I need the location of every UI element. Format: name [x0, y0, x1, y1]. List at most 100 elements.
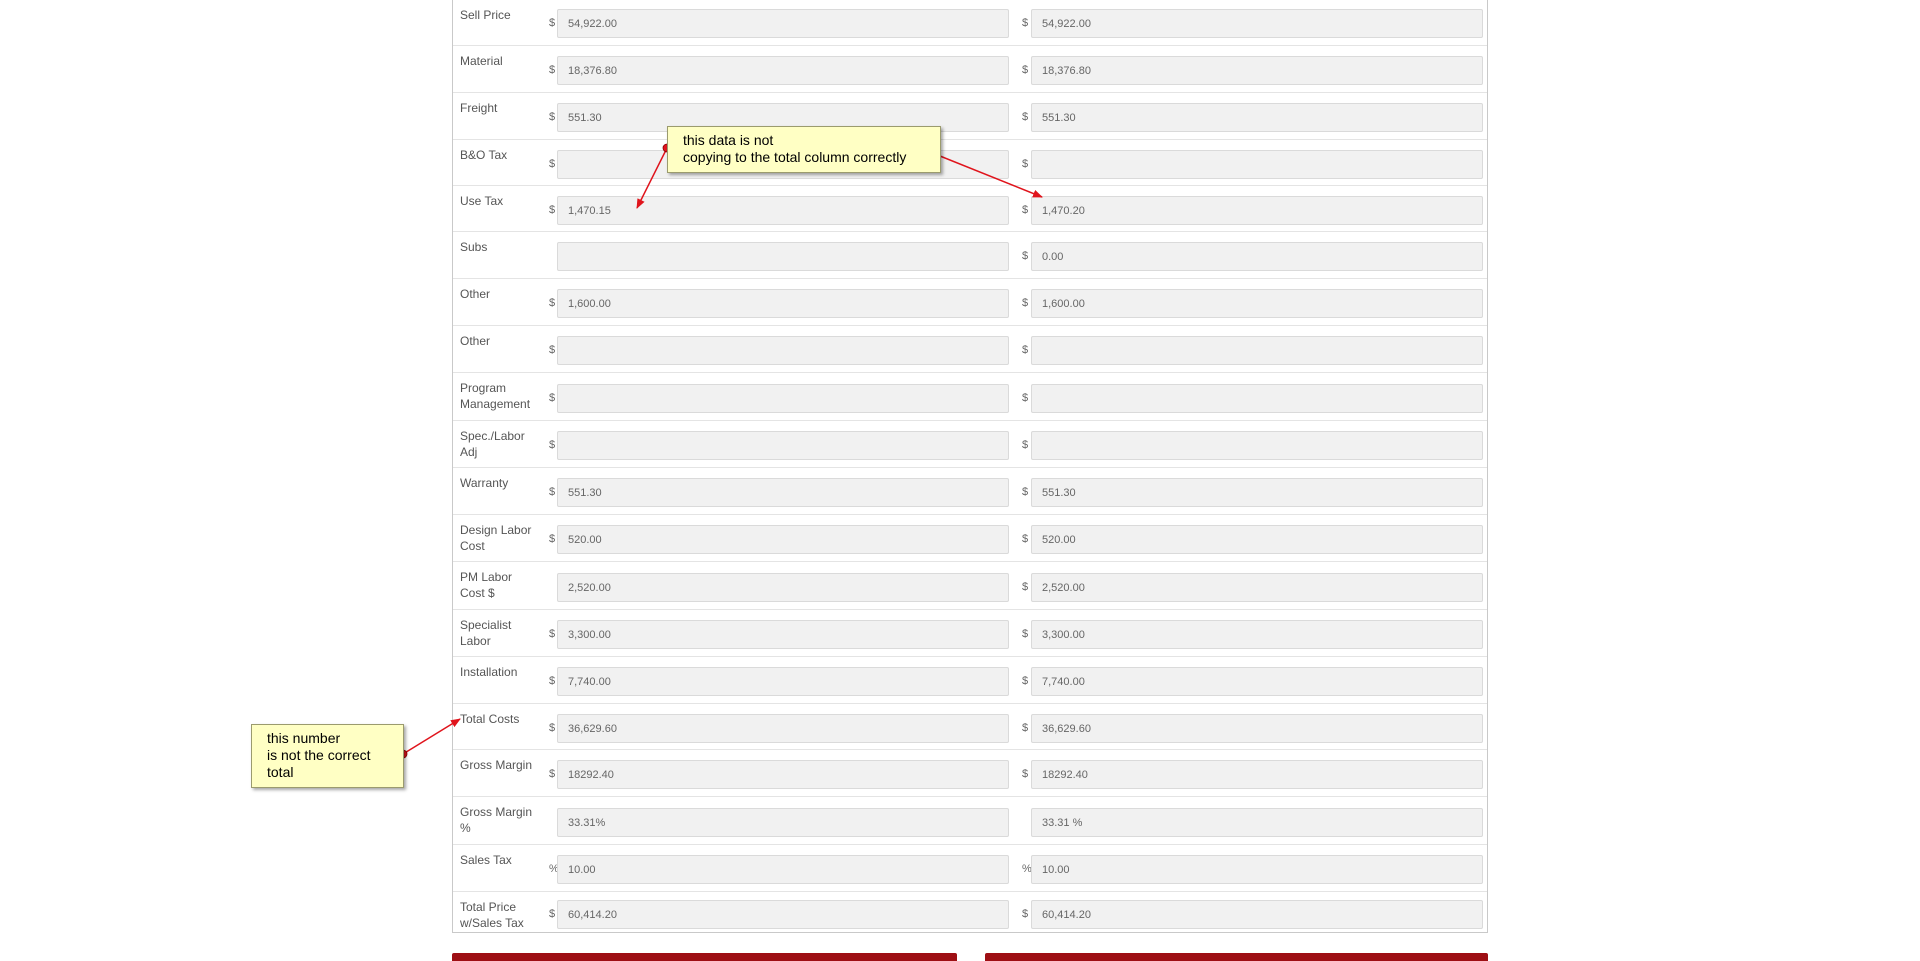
currency-symbol: $ [549, 533, 556, 545]
currency-symbol: $ [549, 158, 556, 170]
currency-symbol: $ [549, 768, 556, 780]
currency-symbol: $ [549, 439, 556, 451]
currency-symbol: $ [1022, 533, 1029, 545]
table-row: Gross Margin % [453, 796, 1487, 844]
value-input[interactable] [557, 384, 1009, 413]
total-value-input[interactable] [1031, 289, 1483, 318]
total-value-input[interactable] [1031, 56, 1483, 85]
table-row: B&O Tax $ $ [453, 139, 1487, 185]
row-label: Spec./Labor Adj [460, 429, 525, 459]
value-input[interactable] [557, 667, 1009, 696]
table-row: Gross Margin $ $ [453, 749, 1487, 796]
value-input[interactable] [557, 900, 1009, 929]
currency-symbol: $ [1022, 908, 1029, 920]
currency-symbol: $ [549, 64, 556, 76]
callout-text: this data is not [683, 132, 774, 148]
currency-symbol: $ [1022, 344, 1029, 356]
value-input[interactable] [557, 336, 1009, 365]
row-label: Warranty [460, 476, 509, 490]
row-label: Specialist Labor [460, 618, 512, 648]
total-value-input[interactable] [1031, 667, 1483, 696]
value-input[interactable] [557, 242, 1009, 271]
currency-symbol: $ [549, 297, 556, 309]
currency-symbol: $ [549, 628, 556, 640]
table-row: Sell Price $ $ [453, 0, 1487, 45]
total-value-input[interactable] [1031, 855, 1483, 884]
currency-symbol: $ [1022, 204, 1029, 216]
total-value-input[interactable] [1031, 103, 1483, 132]
value-input[interactable] [557, 855, 1009, 884]
currency-symbol: $ [549, 486, 556, 498]
row-label: Other [460, 334, 491, 348]
total-value-input[interactable] [1031, 384, 1483, 413]
table-row: Warranty $ $ [453, 467, 1487, 514]
total-value-input[interactable] [1031, 620, 1483, 649]
row-label: Use Tax [460, 194, 504, 208]
callout-use-tax-note: this data is not copying to the total co… [667, 126, 941, 173]
table-row: Other $ $ [453, 325, 1487, 372]
row-label: Sell Price [460, 8, 511, 22]
currency-symbol: $ [549, 17, 556, 29]
currency-symbol: $ [1022, 250, 1029, 262]
row-label: Installation [460, 665, 518, 679]
value-input[interactable] [557, 714, 1009, 743]
table-row: Subs $ [453, 231, 1487, 278]
currency-symbol: $ [549, 204, 556, 216]
callout-text: copying to the total column correctly [683, 149, 907, 165]
table-row: Total Price w/Sales Tax $ $ [453, 891, 1487, 933]
value-input[interactable] [557, 431, 1009, 460]
row-label: Sales Tax [460, 853, 512, 867]
row-label: Subs [460, 240, 488, 254]
row-label: Gross Margin % [460, 805, 533, 835]
total-value-input[interactable] [1031, 9, 1483, 38]
right-action-button[interactable] [985, 953, 1488, 961]
row-label: Material [460, 54, 503, 68]
value-input[interactable] [557, 56, 1009, 85]
table-row: Sales Tax%% [453, 844, 1487, 891]
row-label: Total Costs [460, 712, 520, 726]
row-label: Design Labor Cost [460, 523, 532, 553]
total-value-input[interactable] [1031, 196, 1483, 225]
total-value-input[interactable] [1031, 760, 1483, 789]
total-value-input[interactable] [1031, 150, 1483, 179]
total-value-input[interactable] [1031, 431, 1483, 460]
value-input[interactable] [557, 620, 1009, 649]
total-value-input[interactable] [1031, 714, 1483, 743]
table-row: Freight $ $ [453, 92, 1487, 139]
table-row: Use Tax $ $ [453, 185, 1487, 231]
left-action-button[interactable] [452, 953, 957, 961]
currency-symbol: $ [1022, 392, 1029, 404]
row-label: PM Labor Cost $ [460, 570, 513, 600]
total-value-input[interactable] [1031, 478, 1483, 507]
value-input[interactable] [557, 9, 1009, 38]
currency-symbol: $ [1022, 768, 1029, 780]
value-input[interactable] [557, 573, 1009, 602]
currency-symbol: $ [549, 392, 556, 404]
table-row: Spec./Labor Adj $ $ [453, 420, 1487, 467]
currency-symbol: $ [1022, 111, 1029, 123]
currency-symbol: $ [1022, 64, 1029, 76]
currency-symbol: $ [549, 908, 556, 920]
table-row: Total Costs $ $ [453, 703, 1487, 749]
value-input[interactable] [557, 760, 1009, 789]
total-value-input[interactable] [1031, 336, 1483, 365]
value-input[interactable] [557, 808, 1009, 837]
currency-symbol: $ [1022, 722, 1029, 734]
callout-total-note: this number is not the correct total [251, 724, 404, 788]
total-value-input[interactable] [1031, 808, 1483, 837]
total-value-input[interactable] [1031, 242, 1483, 271]
value-input[interactable] [557, 478, 1009, 507]
value-input[interactable] [557, 196, 1009, 225]
callout-text: total [267, 764, 294, 780]
cost-comparison-table: Sell Price $ $ Material $ $ Freight $ $ B&O Tax $ $… [452, 0, 1488, 933]
value-input[interactable] [557, 289, 1009, 318]
currency-symbol: $ [1022, 439, 1029, 451]
total-value-input[interactable] [1031, 900, 1483, 929]
total-value-input[interactable] [1031, 573, 1483, 602]
table-row: PM Labor Cost $ $ [453, 561, 1487, 609]
currency-symbol: $ [549, 675, 556, 687]
total-value-input[interactable] [1031, 525, 1483, 554]
row-label: Freight [460, 101, 498, 115]
currency-symbol: $ [1022, 297, 1029, 309]
value-input[interactable] [557, 525, 1009, 554]
